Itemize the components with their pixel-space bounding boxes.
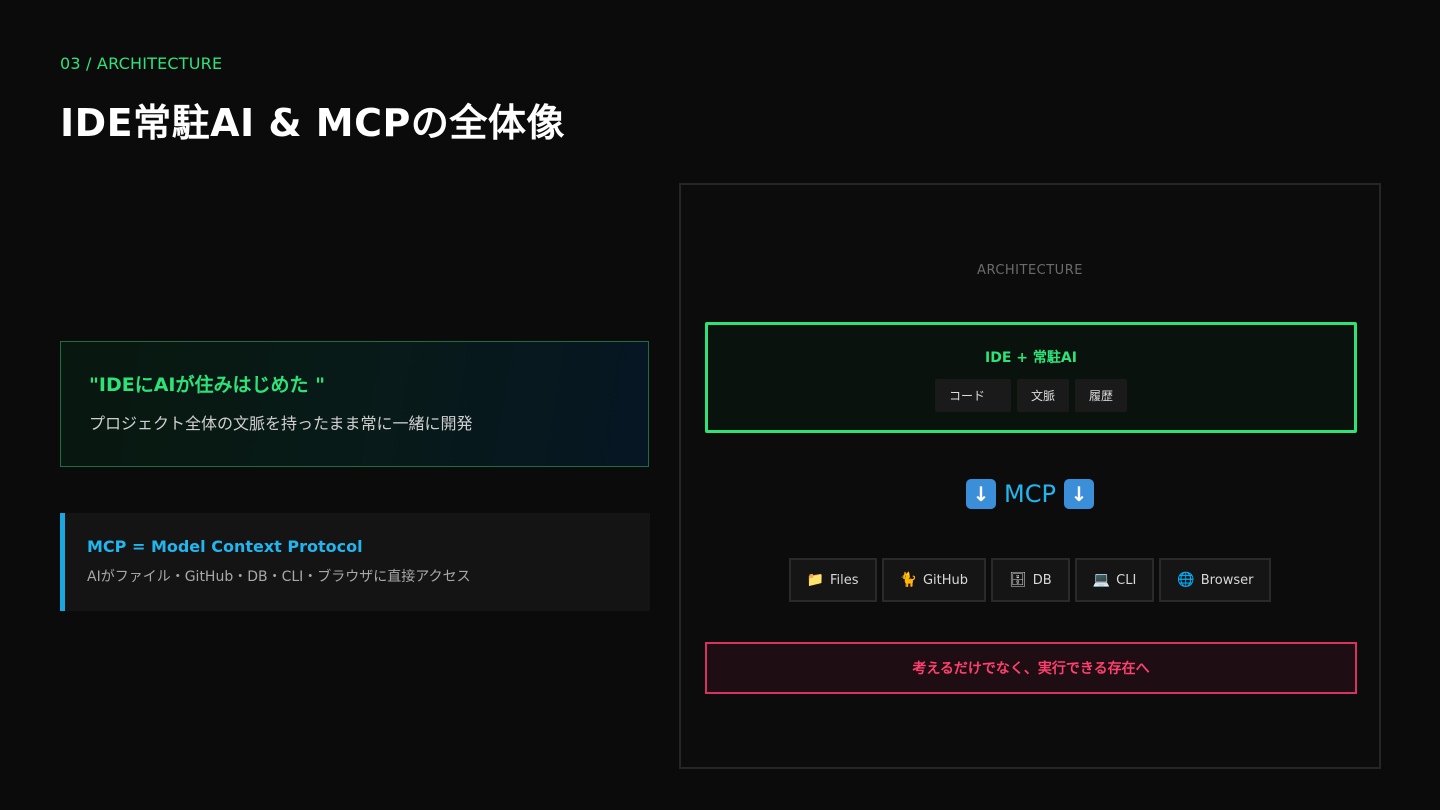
quote-subtitle: プロジェクト全体の文脈を持ったまま常に一緒に開発 <box>89 414 473 433</box>
page-title: IDE常駐AI & MCPの全体像 <box>60 101 565 145</box>
tool-db: 🗄 DB <box>991 558 1070 602</box>
down-arrow-icon: ↓ <box>1063 479 1094 509</box>
mcp-definition-subtitle: AIがファイル・GitHub・DB・CLI・ブラウザに直接アクセス <box>87 569 471 585</box>
tool-files: 📁 Files <box>788 558 877 602</box>
section-eyebrow: 03 / ARCHITECTURE <box>60 54 223 73</box>
mcp-connector: ↓ MCP ↓ <box>681 479 1379 509</box>
ide-ai-box: IDE + 常駐AI コード 文脈 履歴 <box>705 322 1357 433</box>
chip-code: コード <box>934 379 1011 412</box>
chip-history: 履歴 <box>1075 379 1128 412</box>
ide-ai-title: IDE + 常駐AI <box>985 350 1077 366</box>
tool-label: DB <box>1032 572 1052 588</box>
tool-list: 📁 Files 🐈 GitHub 🗄 DB 💻 CLI 🌐 Browser <box>681 558 1379 602</box>
tool-label: GitHub <box>922 572 969 588</box>
database-icon: 🗄 <box>1009 572 1027 588</box>
laptop-icon: 💻 <box>1092 572 1111 588</box>
tool-github: 🐈 GitHub <box>881 558 987 602</box>
tool-label: Browser <box>1200 572 1254 588</box>
tool-browser: 🌐 Browser <box>1159 558 1272 602</box>
quote-title: "IDEにAIが住みはじめた " <box>89 374 326 396</box>
down-arrow-icon: ↓ <box>966 479 997 509</box>
mcp-definition-card: MCP = Model Context Protocol AIがファイル・Git… <box>60 513 650 611</box>
tool-cli: 💻 CLI <box>1074 558 1155 602</box>
folder-icon: 📁 <box>806 572 824 588</box>
ide-context-chips: コード 文脈 履歴 <box>708 379 1354 412</box>
execution-callout: 考えるだけでなく、実行できる存在へ <box>705 642 1357 694</box>
chip-context: 文脈 <box>1016 379 1069 412</box>
architecture-panel: ARCHITECTURE IDE + 常駐AI コード 文脈 履歴 ↓ MCP … <box>679 183 1381 769</box>
mcp-connector-label: MCP <box>1004 480 1056 508</box>
cat-icon: 🐈 <box>899 572 917 588</box>
architecture-label: ARCHITECTURE <box>977 263 1083 278</box>
tool-label: CLI <box>1116 572 1137 588</box>
quote-card: "IDEにAIが住みはじめた " プロジェクト全体の文脈を持ったまま常に一緒に開… <box>60 341 649 467</box>
slide: 03 / ARCHITECTURE IDE常駐AI & MCPの全体像 "IDE… <box>0 0 1440 810</box>
globe-icon: 🌐 <box>1177 572 1195 588</box>
mcp-definition-title: MCP = Model Context Protocol <box>87 537 363 556</box>
tool-label: Files <box>829 572 859 588</box>
